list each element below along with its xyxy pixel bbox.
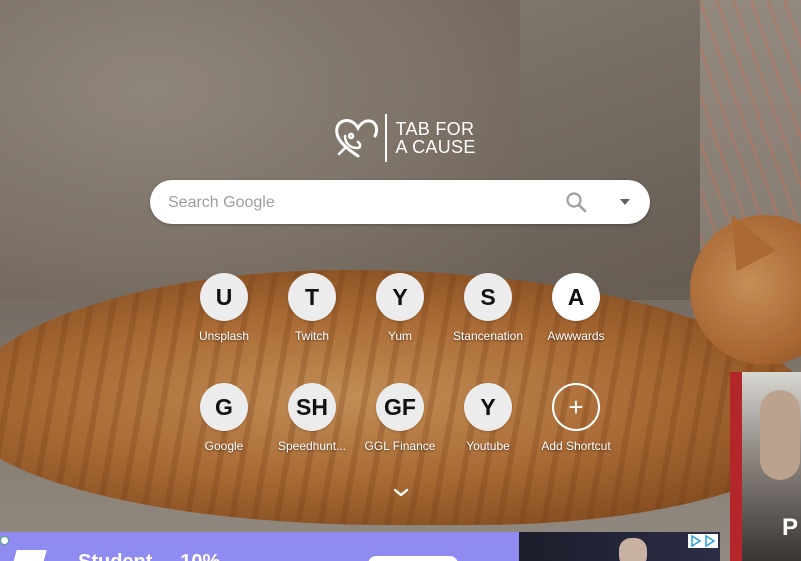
ad-headline: Student ... 10% bbox=[78, 551, 220, 561]
shortcut-awwwards[interactable]: A Awwwards bbox=[532, 273, 620, 343]
add-shortcut-button[interactable]: + Add Shortcut bbox=[532, 383, 620, 453]
plus-icon: + bbox=[552, 383, 600, 431]
shortcut-label: Add Shortcut bbox=[541, 439, 611, 453]
elephant-heart-logo-icon bbox=[335, 119, 379, 158]
tab-for-a-cause-logo: TAB FOR A CAUSE bbox=[331, 114, 476, 162]
shortcut-label: Google bbox=[204, 439, 244, 453]
shortcut-ggl-finance[interactable]: GF GGL Finance bbox=[356, 383, 444, 453]
shortcut-label: Awwwards bbox=[547, 329, 605, 343]
logo-line-1: TAB FOR bbox=[395, 119, 475, 139]
shortcut-label: Stancenation bbox=[452, 329, 524, 343]
search-bar bbox=[150, 180, 650, 226]
shortcut-twitch[interactable]: T Twitch bbox=[268, 273, 356, 343]
logo-text: TAB FOR A CAUSE bbox=[396, 120, 476, 156]
shortcut-icon: SH bbox=[288, 383, 336, 431]
caret-down-icon[interactable] bbox=[620, 199, 630, 205]
search-icon[interactable] bbox=[565, 191, 587, 213]
ad-text: P bbox=[782, 514, 799, 541]
shortcut-stancenation[interactable]: S Stancenation bbox=[444, 273, 532, 343]
shortcut-icon: T bbox=[288, 273, 336, 321]
ad-cta-button[interactable] bbox=[368, 556, 458, 561]
shortcut-label: GGL Finance bbox=[364, 439, 436, 453]
shortcut-icon: GF bbox=[376, 383, 424, 431]
logo-divider bbox=[385, 114, 387, 162]
logo-line-2: A CAUSE bbox=[395, 137, 476, 157]
shortcut-youtube[interactable]: Y Youtube bbox=[444, 383, 532, 453]
shortcut-unsplash[interactable]: U Unsplash bbox=[180, 273, 268, 343]
shortcut-label: Twitch bbox=[294, 329, 329, 343]
bottom-ad[interactable]: Student ... 10% bbox=[0, 532, 720, 561]
shortcut-icon: G bbox=[200, 383, 248, 431]
shortcut-icon: Y bbox=[464, 383, 512, 431]
ad-info-icon[interactable] bbox=[0, 536, 9, 545]
shortcut-icon: U bbox=[200, 273, 248, 321]
shortcut-label: Unsplash bbox=[198, 329, 250, 343]
shortcut-icon: A bbox=[552, 273, 600, 321]
adchoices-icon[interactable] bbox=[688, 534, 718, 548]
shortcut-yum[interactable]: Y Yum bbox=[356, 273, 444, 343]
shortcut-label: Speedhunt... bbox=[277, 439, 347, 453]
shortcut-google[interactable]: G Google bbox=[180, 383, 268, 453]
shortcut-label: Yum bbox=[387, 329, 412, 343]
ad-photo bbox=[760, 390, 800, 480]
shortcut-icon: S bbox=[464, 273, 512, 321]
shortcut-speedhunters[interactable]: SH Speedhunt... bbox=[268, 383, 356, 453]
shortcut-label: Youtube bbox=[466, 439, 510, 453]
shortcut-icon: Y bbox=[376, 273, 424, 321]
ad-logo bbox=[11, 550, 47, 561]
search-input[interactable] bbox=[166, 180, 560, 226]
chevron-down-icon[interactable] bbox=[393, 488, 409, 498]
sidebar-ad[interactable]: P bbox=[730, 372, 801, 561]
